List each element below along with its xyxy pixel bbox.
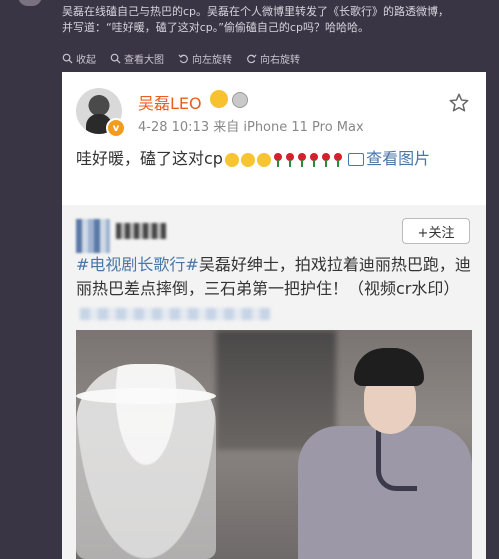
zoom-icon: [62, 53, 73, 64]
search-icon: [110, 53, 121, 64]
retweet-avatar[interactable]: [76, 219, 110, 253]
view-image-label: 查看图片: [366, 149, 431, 168]
blurred-watermark: [80, 307, 270, 320]
username[interactable]: 吴磊LEO: [138, 90, 202, 114]
view-image-link[interactable]: 查看图片: [348, 149, 430, 168]
laugh-emoji-icon: [256, 152, 271, 167]
rose-icon: [273, 152, 283, 167]
laugh-emoji-icon: [224, 152, 239, 167]
view-large-button[interactable]: 查看大图: [110, 50, 164, 66]
hashtag-link[interactable]: #电视剧长歌行#: [76, 255, 199, 274]
retweet-username[interactable]: [116, 223, 166, 239]
emoji-row: [224, 152, 343, 167]
rotate-right-button[interactable]: 向右旋转: [246, 50, 300, 66]
rose-icon: [285, 152, 295, 167]
rose-icon: [309, 152, 319, 167]
medal-icon: [232, 92, 248, 108]
caption-line-2: 并写道：“哇好暖，磕了这对cp。”偷偷磕自己的cp吗？哈哈哈。: [62, 21, 369, 34]
rotate-right-label: 向右旋转: [260, 54, 300, 66]
retweet-text: #电视剧长歌行#吴磊好绅士，拍戏拉着迪丽热巴跑，迪丽热巴差点摔倒，三石弟第一把护…: [76, 253, 476, 325]
image-toolbar: 收起 查看大图 向左旋转 向右旋转: [62, 50, 300, 66]
retweet-photo[interactable]: [76, 330, 472, 559]
photo-collar: [376, 426, 417, 491]
rotate-right-icon: [247, 53, 257, 63]
rotate-left-button[interactable]: 向左旋转: [178, 50, 232, 66]
commenter-avatar: [18, 0, 42, 6]
follow-button[interactable]: +关注: [402, 218, 470, 244]
post-body: 哇好暖，磕了这对cp 查看图片: [76, 146, 476, 172]
caption-line-1: 吴磊在线磕自己与热巴的cp。吴磊在个人微博里转发了《长歌行》的路透微博，: [62, 5, 450, 18]
post-meta: 4-28 10:13 来自 iPhone 11 Pro Max: [138, 120, 364, 135]
rose-icon: [333, 152, 343, 167]
retweeted-post: +关注 #电视剧长歌行#吴磊好绅士，拍戏拉着迪丽热巴跑，迪丽热巴差点摔倒，三石弟…: [62, 205, 486, 559]
post-text: 哇好暖，磕了这对cp: [76, 149, 223, 168]
rotate-left-label: 向左旋转: [192, 54, 232, 66]
image-icon: [348, 153, 365, 166]
laugh-emoji-icon: [240, 152, 255, 167]
weibo-screenshot: v 吴磊LEO 4-28 10:13 来自 iPhone 11 Pro Max …: [62, 72, 486, 559]
view-large-label: 查看大图: [124, 54, 164, 66]
photo-man-hair: [354, 348, 424, 386]
collapse-label: 收起: [76, 54, 96, 66]
rose-icon: [297, 152, 307, 167]
star-icon[interactable]: [448, 92, 470, 114]
rose-icon: [321, 152, 331, 167]
caption: 吴磊在线磕自己与热巴的cp。吴磊在个人微博里转发了《长歌行》的路透微博， 并写道…: [62, 4, 492, 36]
photo-hat-rim: [76, 388, 216, 404]
collapse-button[interactable]: 收起: [62, 50, 96, 66]
verified-badge: v: [106, 118, 126, 138]
crown-icon: [210, 90, 228, 108]
rotate-left-icon: [178, 53, 188, 63]
